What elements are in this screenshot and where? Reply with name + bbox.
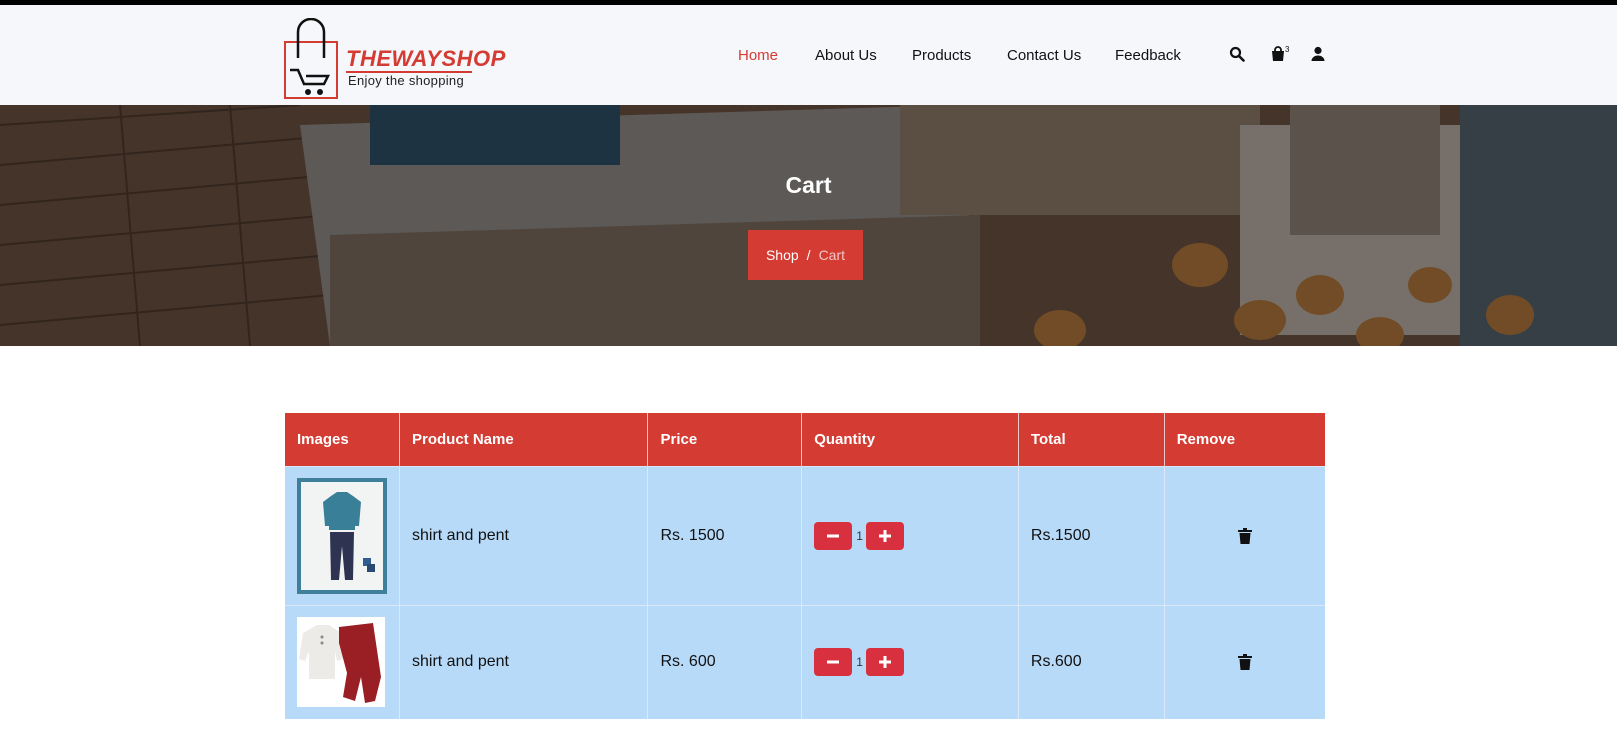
search-icon[interactable]	[1229, 46, 1247, 64]
brand-name: THEWAYSHOP	[346, 46, 506, 71]
product-price: Rs. 600	[647, 604, 803, 719]
page-title: Cart	[785, 172, 832, 198]
minus-icon	[827, 534, 840, 537]
quantity-stepper: 1	[814, 648, 1006, 677]
minus-icon	[827, 660, 840, 664]
product-name: shirt and pent	[399, 465, 649, 605]
trash-icon[interactable]	[1237, 654, 1252, 671]
decrease-quantity-button[interactable]	[814, 648, 853, 677]
quantity-cell: 1	[801, 604, 1019, 719]
product-price: Rs. 1500	[647, 465, 803, 605]
quantity-stepper: 1	[814, 521, 1006, 550]
nav-item-contact-us[interactable]: Contact Us	[1007, 47, 1081, 64]
breadcrumb-shop-link[interactable]: Shop	[766, 247, 799, 263]
quantity-cell: 1	[801, 465, 1019, 605]
table-row: shirt and pent Rs. 600 1 Rs.600	[285, 604, 1325, 719]
increase-quantity-button[interactable]	[866, 521, 905, 550]
breadcrumb: Shop / Cart	[748, 230, 863, 280]
cart-table: Images Product Name Price Quantity Total…	[285, 413, 1325, 719]
column-header-total: Total	[1018, 413, 1165, 466]
nav-item-products[interactable]: Products	[912, 47, 971, 64]
cart-count-badge: 3	[1285, 45, 1290, 54]
column-header-quantity: Quantity	[801, 413, 1019, 466]
product-total: Rs.600	[1018, 604, 1165, 719]
brand-tagline: Enjoy the shopping	[348, 73, 464, 88]
site-header: THEWAYSHOP Enjoy the shopping Home About…	[0, 5, 1617, 105]
plus-icon	[879, 529, 892, 542]
remove-cell	[1164, 604, 1325, 719]
quantity-value: 1	[856, 655, 863, 670]
product-image[interactable]	[297, 617, 385, 708]
banner-background-image	[0, 105, 1617, 346]
column-header-price: Price	[647, 413, 803, 466]
cart-table-header: Images Product Name Price Quantity Total…	[285, 413, 1325, 466]
nav-item-home[interactable]: Home	[738, 47, 778, 64]
quantity-value: 1	[856, 528, 863, 543]
product-image-cell	[285, 604, 400, 719]
nav-item-about-us[interactable]: About Us	[815, 47, 877, 64]
increase-quantity-button[interactable]	[866, 648, 905, 677]
user-icon[interactable]	[1310, 46, 1328, 64]
column-header-images: Images	[285, 413, 400, 466]
product-total: Rs.1500	[1018, 465, 1165, 605]
product-name: shirt and pent	[399, 604, 649, 719]
product-image-cell	[285, 465, 400, 605]
table-row: shirt and pent Rs. 1500 1 Rs.1500	[285, 465, 1325, 605]
decrease-quantity-button[interactable]	[814, 521, 853, 550]
product-image[interactable]	[297, 477, 387, 594]
shopping-bag-logo-icon	[284, 17, 338, 99]
column-header-remove: Remove	[1164, 413, 1325, 466]
page-banner	[0, 105, 1617, 346]
breadcrumb-separator: /	[806, 247, 811, 263]
breadcrumb-current: Cart	[818, 247, 846, 263]
brand-logo[interactable]: THEWAYSHOP Enjoy the shopping	[284, 17, 505, 100]
plus-icon	[879, 656, 892, 669]
nav-item-feedback[interactable]: Feedback	[1115, 47, 1181, 64]
column-header-product-name: Product Name	[399, 413, 649, 466]
remove-cell	[1164, 465, 1325, 605]
trash-icon[interactable]	[1237, 527, 1252, 544]
